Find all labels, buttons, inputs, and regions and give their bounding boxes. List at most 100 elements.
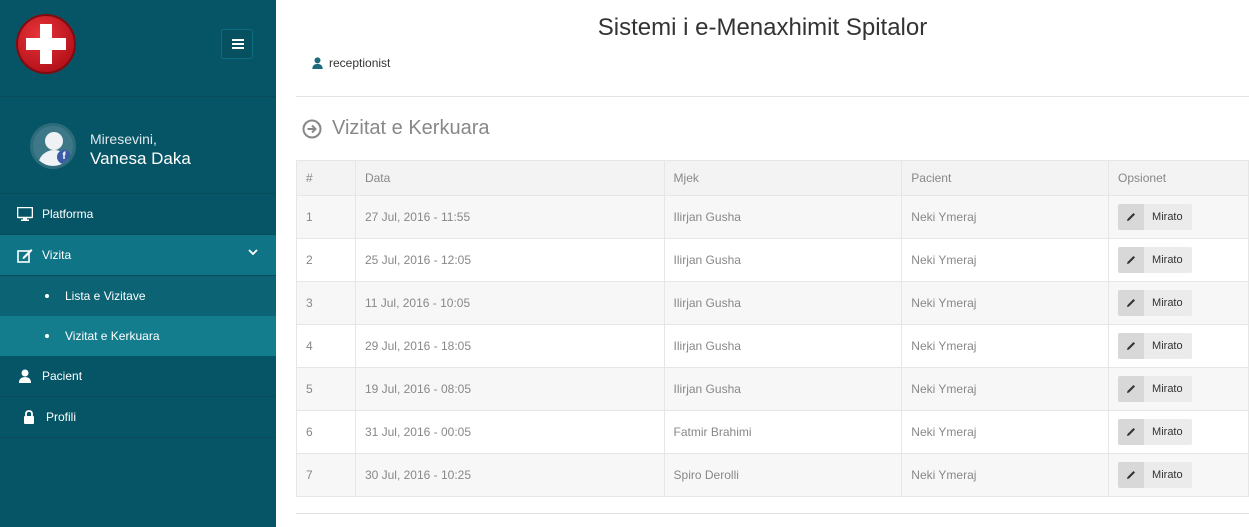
approve-label: Mirato [1144, 290, 1192, 316]
bullet-icon [45, 334, 49, 338]
role-label: receptionist [329, 56, 391, 70]
facebook-badge-icon: f [57, 150, 71, 164]
sidebar-subitem-label: Lista e Vizitave [65, 289, 146, 303]
cell-date: 31 Jul, 2016 - 00:05 [354, 410, 665, 454]
logo-area [0, 0, 276, 97]
chevron-down-icon [248, 248, 258, 259]
sidebar: f Miresevini, Vanesa Daka Platforma Vizi… [0, 0, 276, 527]
cell-date: 29 Jul, 2016 - 18:05 [354, 324, 665, 368]
sidebar-item-label: Vizita [42, 248, 72, 262]
approve-button[interactable]: Mirato [1118, 290, 1192, 316]
arrow-circle-right-icon [302, 119, 322, 139]
approve-label: Mirato [1144, 462, 1192, 488]
table-row: 3 11 Jul, 2016 - 10:05 Ilirjan Gusha Nek… [296, 281, 1249, 325]
pencil-icon [1118, 204, 1145, 230]
menu-toggle-button[interactable] [221, 29, 253, 59]
column-header: # [296, 160, 356, 196]
table-row: 4 29 Jul, 2016 - 18:05 Ilirjan Gusha Nek… [296, 324, 1249, 368]
cell-num: 7 [296, 453, 356, 497]
monitor-icon [16, 207, 34, 221]
cell-actions: Mirato [1108, 195, 1249, 239]
user-icon [16, 369, 34, 383]
sidebar-item-vizita[interactable]: Vizita [0, 235, 276, 276]
sidebar-item-platforma[interactable]: Platforma [0, 194, 276, 235]
cell-doctor: Fatmir Brahimi [663, 410, 903, 454]
table-row: 7 30 Jul, 2016 - 10:25 Spiro Derolli Nek… [296, 453, 1249, 497]
divider [296, 513, 1249, 514]
cell-date: 19 Jul, 2016 - 08:05 [354, 367, 665, 411]
table-row: 1 27 Jul, 2016 - 11:55 Ilirjan Gusha Nek… [296, 195, 1249, 239]
cell-patient: Neki Ymeraj [901, 410, 1110, 454]
cell-date: 27 Jul, 2016 - 11:55 [354, 195, 665, 239]
approve-button[interactable]: Mirato [1118, 462, 1192, 488]
pencil-icon [1118, 290, 1145, 316]
section-header: Vizitat e Kerkuara [302, 117, 490, 140]
bullet-icon [45, 294, 49, 298]
sidebar-item-label: Platforma [42, 207, 94, 221]
approve-button[interactable]: Mirato [1118, 376, 1192, 402]
pencil-icon [1118, 462, 1145, 488]
column-header: Pacient [901, 160, 1110, 196]
sidebar-subitem-vizitat-e-kerkuara[interactable]: Vizitat e Kerkuara [0, 316, 276, 356]
approve-label: Mirato [1144, 376, 1192, 402]
cell-actions: Mirato [1108, 453, 1249, 497]
cell-num: 1 [296, 195, 356, 239]
approve-button[interactable]: Mirato [1118, 419, 1192, 445]
sidebar-item-pacient[interactable]: Pacient [0, 356, 276, 397]
cell-patient: Neki Ymeraj [901, 238, 1110, 282]
cell-doctor: Spiro Derolli [663, 453, 903, 497]
approve-button[interactable]: Mirato [1118, 204, 1192, 230]
sidebar-subitem-lista-e-vizitave[interactable]: Lista e Vizitave [0, 276, 276, 316]
cell-num: 5 [296, 367, 356, 411]
pencil-icon [1118, 247, 1145, 273]
column-header: Mjek [663, 160, 903, 196]
cell-doctor: Ilirjan Gusha [663, 195, 903, 239]
cell-actions: Mirato [1108, 281, 1249, 325]
edit-icon [16, 248, 34, 263]
avatar: f [30, 123, 76, 169]
cell-date: 11 Jul, 2016 - 10:05 [354, 281, 665, 325]
approve-button[interactable]: Mirato [1118, 333, 1192, 359]
cell-num: 3 [296, 281, 356, 325]
sidebar-item-profili[interactable]: Profili [0, 397, 276, 438]
cell-doctor: Ilirjan Gusha [663, 324, 903, 368]
table-row: 6 31 Jul, 2016 - 00:05 Fatmir Brahimi Ne… [296, 410, 1249, 454]
pencil-icon [1118, 333, 1145, 359]
approve-label: Mirato [1144, 333, 1192, 359]
cell-date: 30 Jul, 2016 - 10:25 [354, 453, 665, 497]
sidebar-subitem-label: Vizitat e Kerkuara [65, 329, 160, 343]
table-row: 2 25 Jul, 2016 - 12:05 Ilirjan Gusha Nek… [296, 238, 1249, 282]
user-name: Vanesa Daka [90, 149, 191, 168]
approve-label: Mirato [1144, 419, 1192, 445]
column-header: Data [354, 160, 665, 196]
current-user: receptionist [312, 56, 390, 70]
cell-actions: Mirato [1108, 410, 1249, 454]
cell-actions: Mirato [1108, 367, 1249, 411]
cell-doctor: Ilirjan Gusha [663, 238, 903, 282]
cell-actions: Mirato [1108, 324, 1249, 368]
cell-patient: Neki Ymeraj [901, 367, 1110, 411]
cell-num: 6 [296, 410, 356, 454]
pencil-icon [1118, 419, 1145, 445]
app-title: Sistemi i e-Menaxhimit Spitalor [597, 14, 928, 41]
approve-label: Mirato [1144, 247, 1192, 273]
table-row: 5 19 Jul, 2016 - 08:05 Ilirjan Gusha Nek… [296, 367, 1249, 411]
section-title: Vizitat e Kerkuara [332, 117, 490, 139]
user-panel: f Miresevini, Vanesa Daka [0, 97, 276, 194]
hospital-cross-logo [16, 14, 76, 74]
approve-label: Mirato [1144, 204, 1192, 230]
cell-patient: Neki Ymeraj [901, 281, 1110, 325]
divider [296, 96, 1249, 97]
pencil-icon [1118, 376, 1145, 402]
cell-num: 2 [296, 238, 356, 282]
table-header-row: # Data Mjek Pacient Opsionet [296, 160, 1249, 196]
cell-patient: Neki Ymeraj [901, 453, 1110, 497]
approve-button[interactable]: Mirato [1118, 247, 1192, 273]
sidebar-item-label: Profili [46, 410, 77, 424]
visits-table: # Data Mjek Pacient Opsionet 1 27 Jul, 2… [296, 160, 1249, 497]
hamburger-icon [232, 39, 244, 41]
column-header: Opsionet [1108, 160, 1249, 196]
user-icon [312, 57, 323, 69]
cell-patient: Neki Ymeraj [901, 324, 1110, 368]
welcome-text: Miresevini, [90, 131, 157, 147]
